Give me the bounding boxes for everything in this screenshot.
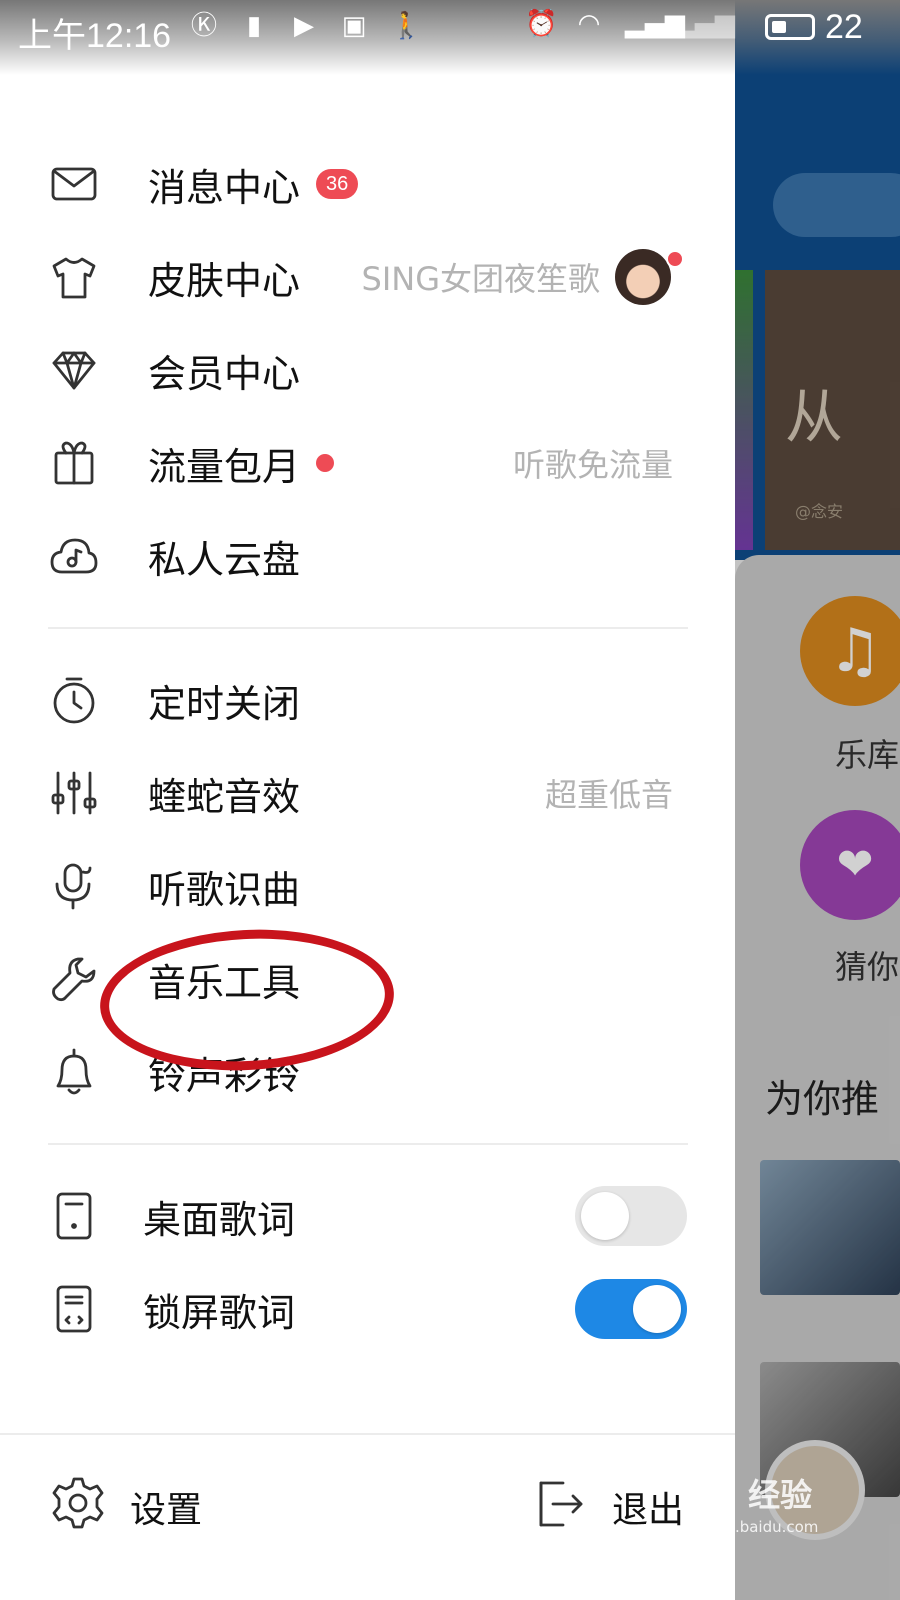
settings-button[interactable]: 设置 — [130, 1481, 202, 1533]
alert-icon: ▮ — [246, 11, 262, 41]
menu-item-label: 听歌识曲 — [148, 867, 301, 912]
tshirt-icon — [48, 251, 100, 303]
watermark-url: jingyan.baidu.com — [680, 1518, 819, 1536]
menu-item-vip-center[interactable]: 会员中心 — [0, 324, 735, 416]
menu-item-label: 私人云盘 — [148, 537, 301, 582]
bell-icon — [48, 1046, 100, 1098]
background-dim-overlay[interactable] — [735, 0, 900, 1600]
timer-icon — [48, 674, 100, 726]
equalizer-icon — [48, 767, 100, 819]
menu-item-label: 流量包月 — [148, 444, 301, 489]
new-indicator-dot — [666, 250, 684, 268]
menu-item-label: 桌面歌词 — [143, 1197, 296, 1242]
section-divider — [48, 627, 688, 629]
side-drawer: 消息中心 36 皮肤中心 SING女团夜笙歌 会员中心 流量包月 听歌免流量 私… — [0, 0, 735, 1600]
menu-item-skin-center[interactable]: 皮肤中心 SING女团夜笙歌 — [0, 231, 735, 323]
status-time: 上午12:16 — [18, 17, 172, 55]
desktop-lyrics-toggle[interactable] — [575, 1186, 687, 1246]
menu-item-lockscreen-lyrics[interactable]: 锁屏歌词 — [0, 1263, 735, 1355]
menu-item-label: 消息中心 — [148, 165, 301, 210]
background-app: 从 @念安 ♫ 乐库 ❤ 猜你喜 为你推 — [735, 0, 900, 1600]
desktop-lyrics-icon — [48, 1190, 100, 1242]
signal-icon: ▂▄▆ — [675, 9, 735, 39]
notification-badge: 36 — [316, 169, 359, 199]
play-icon: ▶ — [294, 11, 314, 41]
signal-4g-icon: ▂▄▆ — [625, 9, 685, 39]
menu-item-sleep-timer[interactable]: 定时关闭 — [0, 654, 735, 746]
skin-avatar — [615, 249, 671, 305]
menu-item-viper-sound[interactable]: 蝰蛇音效 超重低音 — [0, 747, 735, 839]
walking-icon: 🚶 — [390, 11, 423, 41]
menu-item-ringtone[interactable]: 铃声彩铃 — [0, 1026, 735, 1118]
menu-item-song-recognition[interactable]: 听歌识曲 — [0, 840, 735, 932]
envelope-icon — [48, 158, 100, 210]
menu-item-hint: 超重低音 — [544, 776, 673, 814]
menu-item-message-center[interactable]: 消息中心 36 — [0, 138, 735, 230]
menu-item-label: 锁屏歌词 — [143, 1290, 296, 1335]
cloud-music-icon — [48, 530, 100, 582]
wifi-icon: ◠ — [577, 9, 601, 39]
menu-item-desktop-lyrics[interactable]: 桌面歌词 — [0, 1170, 735, 1262]
section-divider — [48, 1143, 688, 1145]
gift-icon — [48, 437, 100, 489]
microphone-icon — [48, 860, 100, 912]
gear-icon[interactable] — [50, 1475, 106, 1531]
menu-item-label: 会员中心 — [148, 351, 301, 396]
status-bar: 上午12:16 Ⓚ ▮ ▶ ▣ 🚶 ⏰ ◠ ▂▄▆ ▂▄▆ 22 — [0, 0, 900, 75]
lockscreen-lyrics-toggle[interactable] — [575, 1279, 687, 1339]
alarm-icon: ⏰ — [525, 9, 558, 39]
current-skin-name: SING女团夜笙歌 — [361, 260, 601, 298]
lockscreen-lyrics-icon — [48, 1283, 100, 1335]
image-icon: ▣ — [341, 11, 367, 41]
toggle-knob — [633, 1285, 681, 1333]
menu-item-hint: 听歌免流量 — [512, 446, 673, 484]
drawer-bottom-bar: 设置 退出 — [0, 1433, 735, 1600]
diamond-icon — [48, 344, 100, 396]
battery-icon — [765, 14, 815, 40]
toggle-knob — [581, 1192, 629, 1240]
baidu-watermark: Bai 经验 jingyan.baidu.com — [680, 1470, 890, 1536]
battery-level: 22 — [825, 8, 863, 46]
wrench-icon — [48, 953, 100, 1005]
menu-item-label: 皮肤中心 — [148, 258, 301, 303]
menu-item-cloud-drive[interactable]: 私人云盘 — [0, 510, 735, 602]
menu-item-label: 定时关闭 — [148, 681, 301, 726]
menu-item-data-package[interactable]: 流量包月 听歌免流量 — [0, 417, 735, 509]
new-indicator-dot — [316, 454, 334, 472]
exit-button[interactable]: 退出 — [612, 1481, 684, 1533]
menu-item-label: 蝰蛇音效 — [148, 774, 301, 819]
exit-icon[interactable] — [533, 1477, 587, 1531]
watermark-logo-text: Bai 经验 — [680, 1476, 813, 1514]
k-app-icon: Ⓚ — [190, 11, 217, 41]
